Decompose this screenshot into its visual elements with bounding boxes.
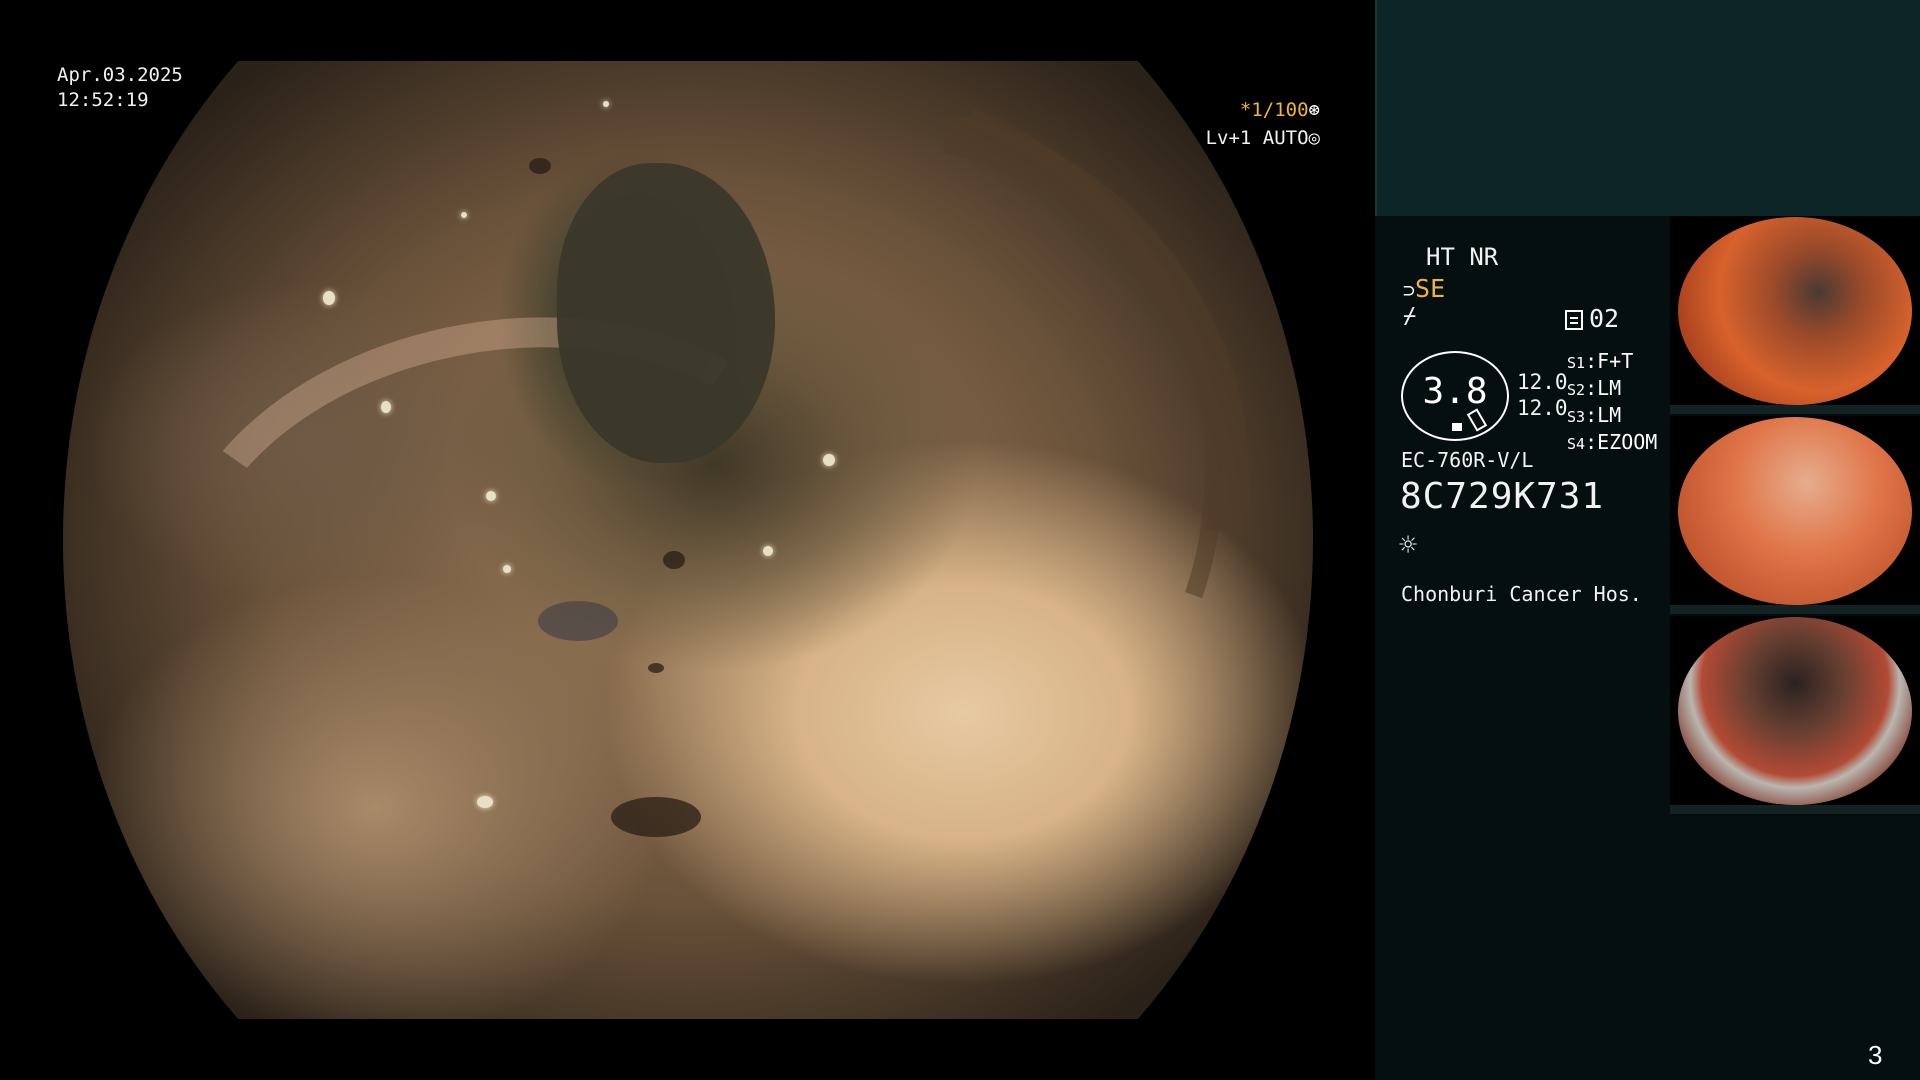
slot-value: EZOOM xyxy=(1597,430,1658,454)
slot-row: S3:LM xyxy=(1567,403,1622,427)
exposure-level: Lv+1 AUTO◎ xyxy=(1180,126,1320,151)
structure-enhancement: ⊃SE xyxy=(1403,274,1445,303)
thumbnail-bar xyxy=(1670,605,1920,614)
capture-thumbnail-1[interactable] xyxy=(1670,216,1920,414)
enhancement-icon: ⊃ xyxy=(1403,278,1416,302)
setting-value-2: 12.0 xyxy=(1517,396,1568,420)
page-indicator: 02 xyxy=(1565,304,1619,333)
slot-row: S4:EZOOM xyxy=(1567,430,1658,454)
slot-value: F+T xyxy=(1597,349,1634,373)
slot-key: S3 xyxy=(1567,408,1586,426)
document-icon xyxy=(1565,310,1583,330)
switch-assignments: S1:F+T S2:LM S3:LM S4:EZOOM xyxy=(1567,349,1657,457)
page-number: 3 xyxy=(1868,1040,1883,1070)
slot-key: S1 xyxy=(1567,354,1586,372)
time: 12:52:19 xyxy=(57,89,149,111)
hospital-name: Chonburi Cancer Hos. xyxy=(1401,582,1642,606)
thumbnail-bar xyxy=(1670,405,1920,414)
brightness-icon: ☼ xyxy=(1399,528,1418,563)
shutter-icon: ⊛ xyxy=(1308,99,1320,121)
page-indicator-value: 02 xyxy=(1589,304,1620,333)
level-value: Lv+1 AUTO xyxy=(1205,127,1309,149)
slot-key: S2 xyxy=(1567,381,1586,399)
slot-value: LM xyxy=(1597,403,1622,427)
date: Apr.03.2025 xyxy=(57,64,183,86)
endoscope-main-view: Apr.03.2025 12:52:19 *1/100⊛ Lv+1 AUTO◎ xyxy=(0,0,1375,1080)
slot-value: LM xyxy=(1597,376,1622,400)
shutter-value: *1/100 xyxy=(1239,99,1309,121)
se-label: SE xyxy=(1415,274,1446,303)
zoom-marker-icon xyxy=(1452,423,1462,431)
color-mode-icon: ⌿ xyxy=(1403,304,1417,329)
ht-nr-label: HT NR xyxy=(1426,243,1499,271)
endoscopic-image xyxy=(63,61,1313,1019)
thumbnail-image xyxy=(1678,617,1912,805)
thumbnail-bar xyxy=(1670,805,1920,814)
thumbnail-image xyxy=(1678,217,1912,405)
panel-header xyxy=(1375,0,1920,216)
scope-serial: 8C729K731 xyxy=(1400,476,1605,517)
zoom-value: 3.8 xyxy=(1422,371,1488,412)
slot-key: S4 xyxy=(1567,435,1586,453)
slot-row: S2:LM xyxy=(1567,376,1622,400)
scope-model: EC-760R-V/L xyxy=(1401,448,1534,472)
auto-icon: ◎ xyxy=(1308,127,1320,149)
date-time: Apr.03.2025 12:52:19 xyxy=(57,63,183,113)
setting-value-1: 12.0 xyxy=(1517,370,1568,394)
thumbnail-image xyxy=(1678,417,1912,605)
capture-thumbnail-3[interactable] xyxy=(1670,616,1920,814)
zoom-indicator: 3.8 xyxy=(1401,351,1509,441)
slot-row: S1:F+T xyxy=(1567,349,1634,373)
shutter-speed: *1/100⊛ xyxy=(1180,98,1320,123)
capture-thumbnail-2[interactable] xyxy=(1670,416,1920,614)
